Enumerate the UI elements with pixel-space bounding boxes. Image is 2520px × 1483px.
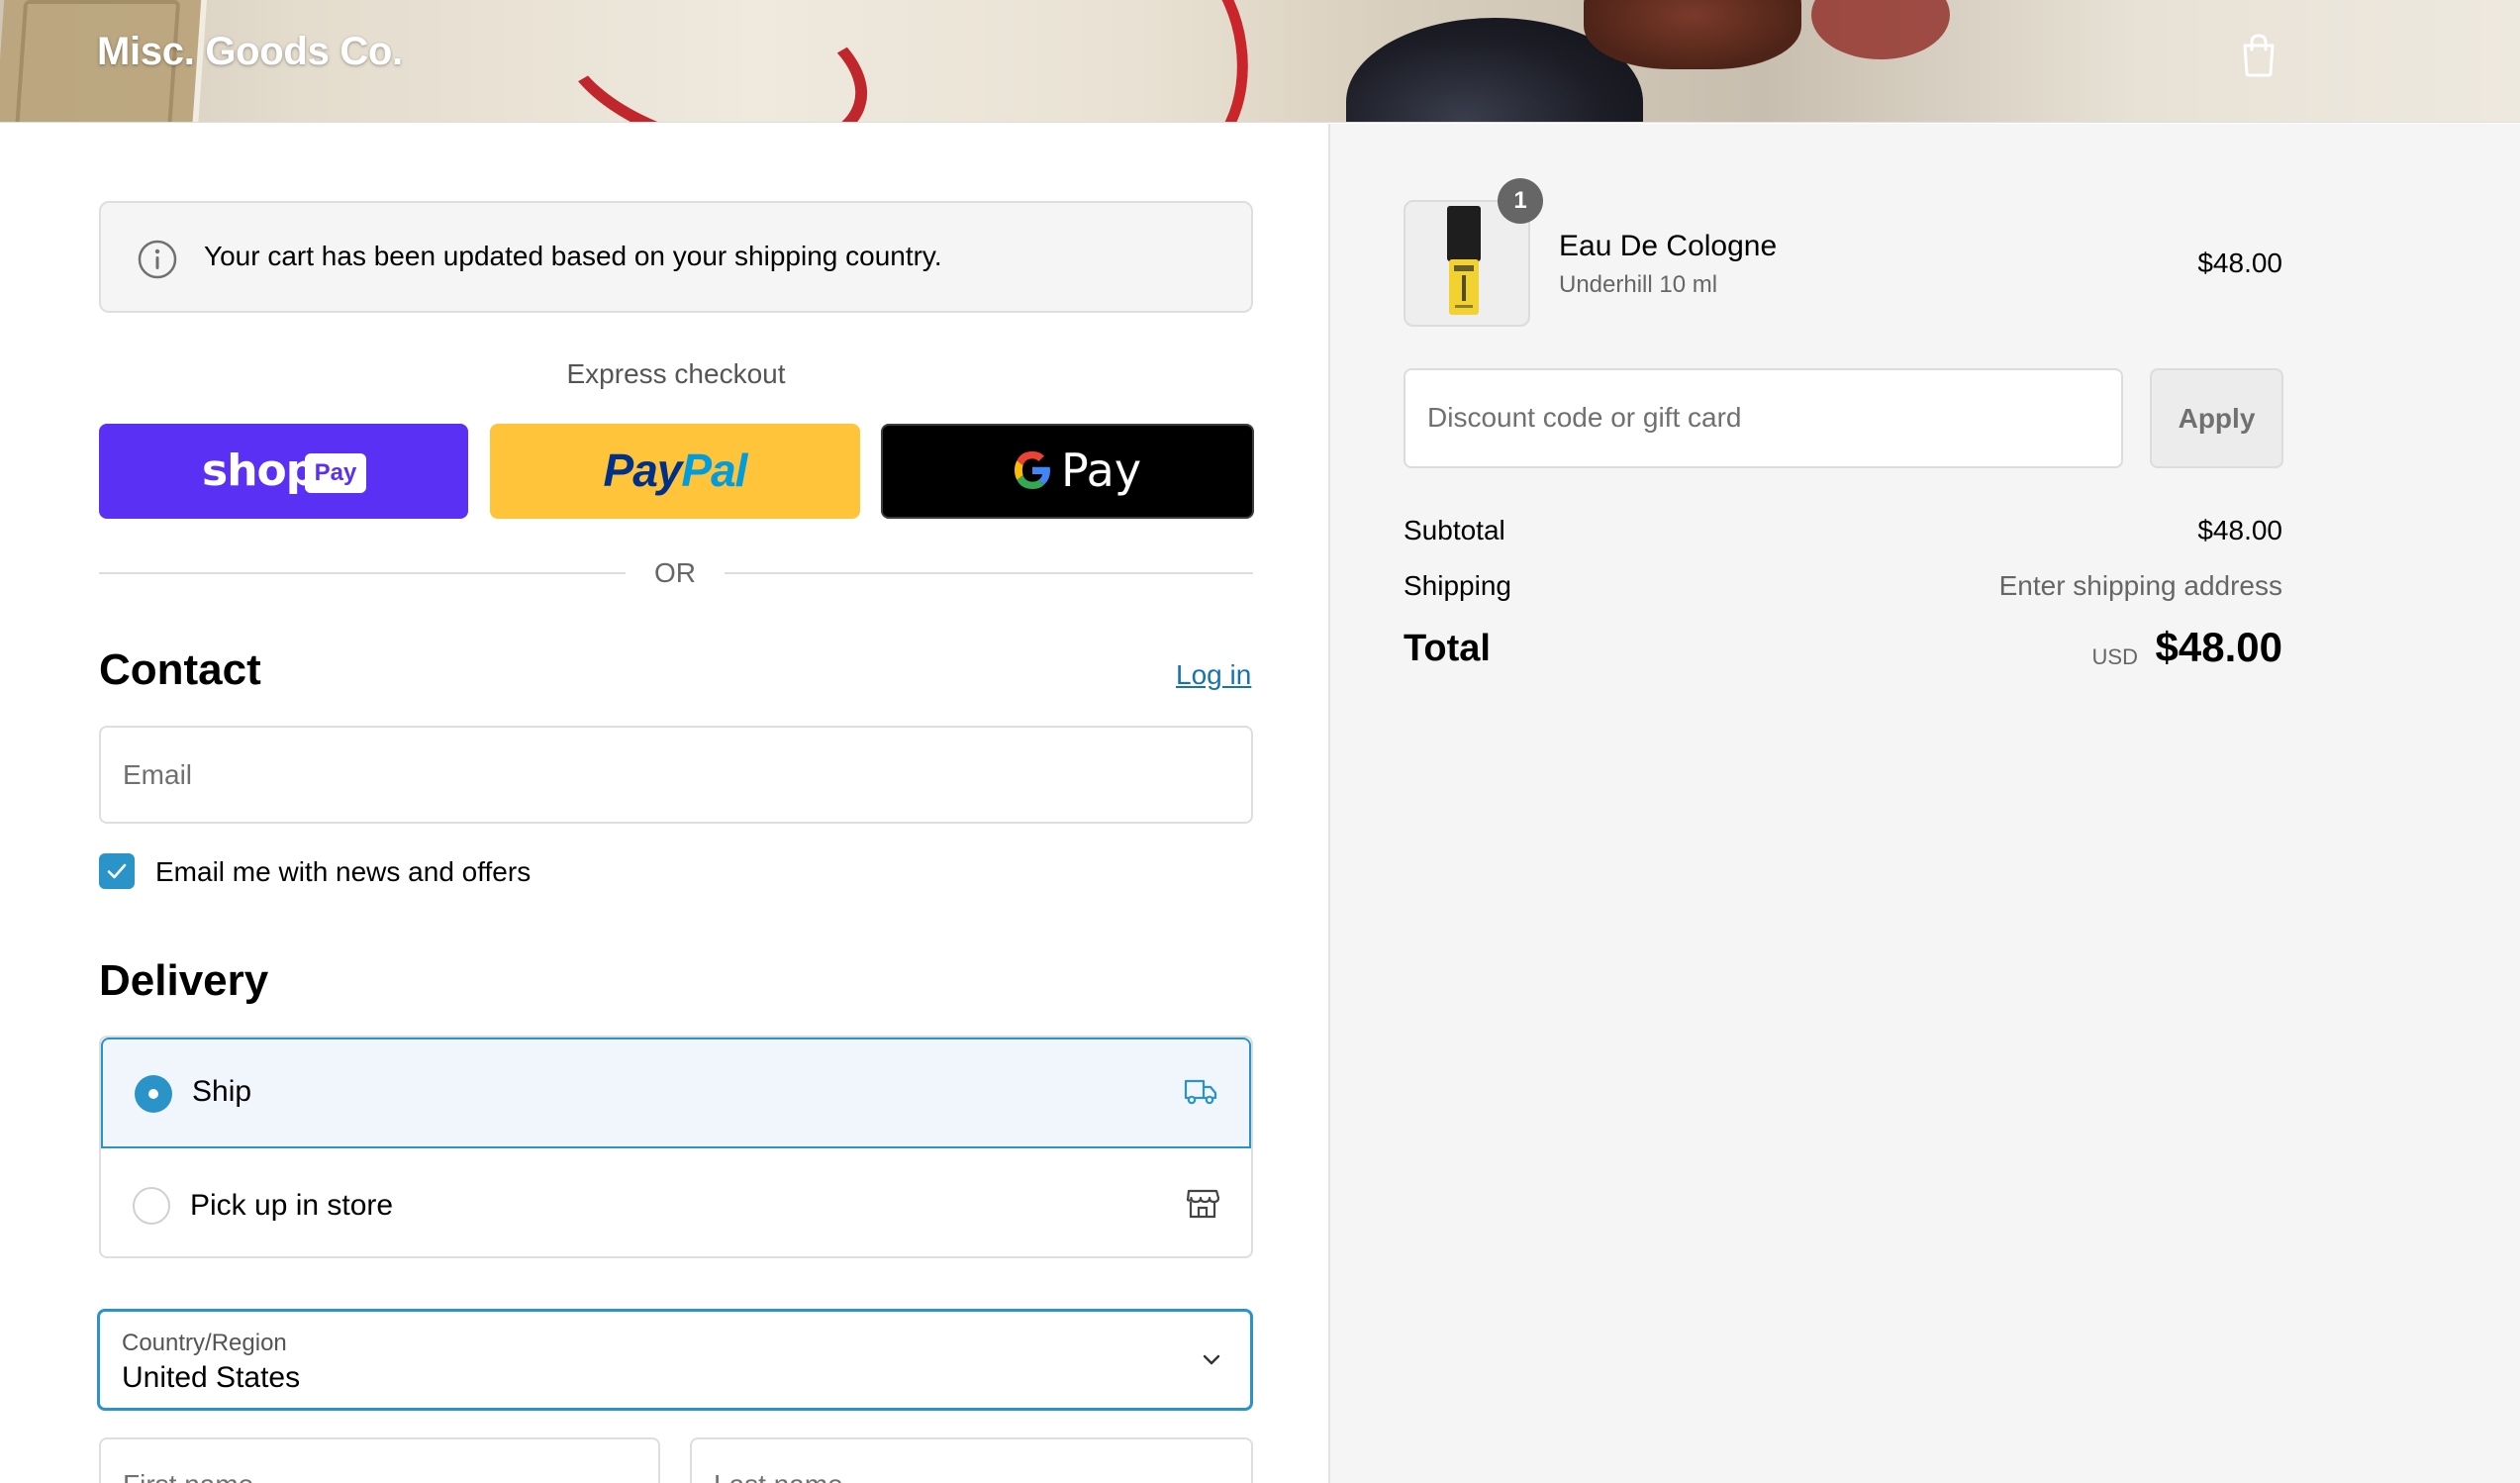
product-variant: Underhill 10 ml [1559, 271, 1718, 298]
discount-placeholder: Discount code or gift card [1427, 402, 1742, 433]
login-link[interactable]: Log in [1176, 659, 1251, 691]
express-checkout-title: Express checkout [566, 358, 786, 389]
product-name: Eau De Cologne [1559, 230, 1778, 262]
banner-cord-image [1073, 0, 1263, 122]
total-label: Total [1404, 628, 1491, 669]
total-currency: USD [2091, 644, 2138, 669]
email-placeholder: Email [123, 759, 193, 790]
pickup-label: Pick up in store [190, 1189, 394, 1222]
marketing-checkbox[interactable] [99, 853, 135, 889]
paypal-button[interactable]: PayPal [490, 424, 860, 519]
google-pay-label: Pay [1061, 444, 1142, 497]
divider-line [725, 572, 1253, 574]
store-brand-link[interactable]: Misc. Goods Co. [97, 30, 403, 74]
notice-text: Your cart has been updated based on your… [204, 241, 942, 271]
contact-heading: Contact [99, 645, 261, 694]
chevron-down-icon [1203, 1354, 1220, 1365]
shipping-value: Enter shipping address [1998, 570, 2282, 601]
shipping-label: Shipping [1404, 570, 1511, 601]
country-value: United States [122, 1361, 301, 1394]
shop-pay-tag: Pay [305, 453, 366, 493]
total-value: $48.00 [2155, 624, 2282, 670]
info-icon [138, 240, 177, 279]
banner-bottle-cap-image [1584, 0, 1801, 69]
shopping-bag-icon[interactable] [2241, 34, 2277, 77]
pickup-radio[interactable] [133, 1187, 170, 1225]
google-g-icon [1015, 451, 1050, 489]
first-name-field[interactable]: First name [99, 1437, 660, 1483]
last-name-field[interactable]: Last name [690, 1437, 1253, 1483]
checkmark-icon [107, 863, 127, 879]
ship-radio[interactable] [135, 1075, 172, 1113]
marketing-checkbox-label[interactable]: Email me with news and offers [155, 856, 531, 888]
cart-updated-notice: Your cart has been updated based on your… [99, 201, 1253, 313]
divider-line [99, 572, 626, 574]
shop-pay-button[interactable]: shop Pay [99, 424, 468, 519]
google-pay-button[interactable]: Pay [881, 424, 1254, 519]
shop-pay-logo: shop [202, 445, 317, 496]
banner-cord-image [537, 0, 888, 122]
last-name-placeholder: Last name [714, 1469, 843, 1483]
first-name-placeholder: First name [123, 1469, 253, 1483]
quantity-badge: 1 [1498, 178, 1543, 224]
ship-label: Ship [192, 1075, 252, 1108]
store-icon [1186, 1189, 1219, 1219]
truck-icon [1184, 1079, 1217, 1105]
subtotal-label: Subtotal [1404, 515, 1505, 545]
paypal-logo: PayPal [603, 445, 748, 496]
delivery-heading: Delivery [99, 956, 269, 1005]
delivery-method-group: Ship Pick up in store [99, 1036, 1253, 1258]
banner-decor-image [1811, 0, 1950, 59]
country-label: Country/Region [122, 1330, 287, 1356]
product-price: $48.00 [2197, 247, 2282, 278]
apply-discount-button[interactable]: Apply [2150, 368, 2283, 468]
email-field[interactable]: Email [99, 726, 1253, 824]
subtotal-value: $48.00 [2197, 515, 2282, 545]
delivery-option-pickup[interactable]: Pick up in store [101, 1149, 1251, 1256]
country-select[interactable]: Country/Region United States [97, 1309, 1253, 1411]
delivery-option-ship[interactable]: Ship [101, 1038, 1251, 1148]
header-banner: Misc. Goods Co. [0, 0, 2520, 123]
discount-code-input[interactable]: Discount code or gift card [1404, 368, 2123, 468]
or-divider-text: OR [654, 557, 696, 588]
